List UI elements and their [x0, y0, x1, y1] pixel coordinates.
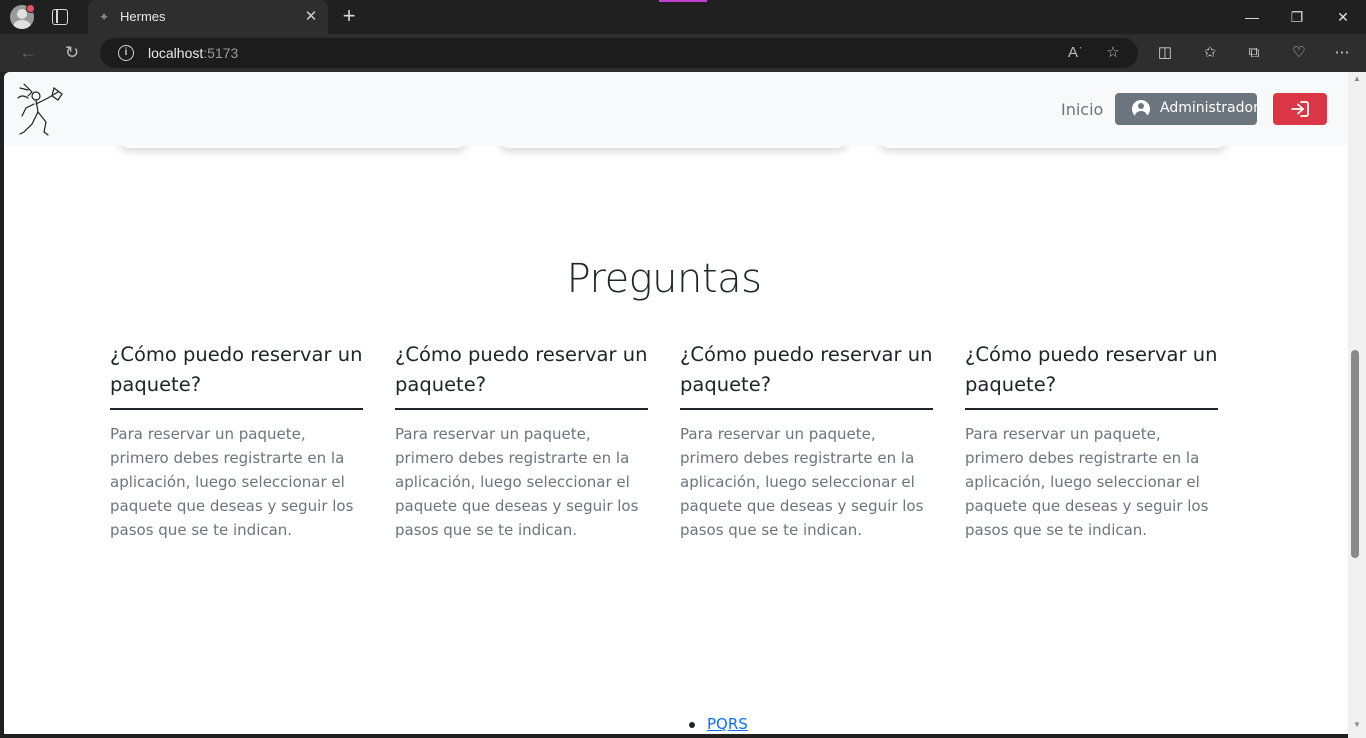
footer-links: PQRS: [689, 715, 748, 733]
read-aloud-icon[interactable]: A͘: [1063, 43, 1083, 63]
close-icon[interactable]: ✕: [302, 8, 320, 26]
url-text[interactable]: localhost:5173: [148, 45, 238, 61]
faq-answer: Para reservar un paquete, primero debes …: [395, 425, 639, 539]
faq-item: ¿Cómo puedo reservar un paquete? Para re…: [110, 340, 363, 542]
plus-icon[interactable]: +: [338, 5, 360, 27]
url-port: :5173: [203, 45, 239, 61]
site-navbar: Inicio Administrador: [4, 72, 1348, 146]
nav-link-inicio[interactable]: Inicio: [1061, 100, 1103, 119]
faq-question: ¿Cómo puedo reservar un paquete?: [680, 343, 933, 396]
star-icon[interactable]: ☆: [1103, 43, 1123, 63]
faq-answer: Para reservar un paquete, primero debes …: [680, 425, 924, 539]
page-viewport: Inicio Administrador Preguntas ¿Cómo pue…: [4, 72, 1348, 734]
hermes-logo[interactable]: [14, 78, 66, 138]
close-window-icon[interactable]: ✕: [1320, 0, 1366, 34]
restore-icon[interactable]: ❐: [1274, 0, 1320, 34]
browser-tab[interactable]: ✦ Hermes ✕: [88, 0, 328, 34]
hermes-favicon-icon: ✦: [98, 10, 110, 24]
url-host: localhost: [148, 45, 204, 61]
faq-item: ¿Cómo puedo reservar un paquete? Para re…: [680, 340, 933, 542]
heart-pulse-icon[interactable]: ♡: [1289, 43, 1309, 63]
user-circle-icon: [1132, 100, 1150, 118]
faq-answer: Para reservar un paquete, primero debes …: [965, 425, 1209, 539]
tab-title: Hermes: [120, 9, 166, 24]
faq-title: Preguntas: [566, 256, 762, 302]
browser-titlebar: ✦ Hermes ✕ + — ❐ ✕: [0, 0, 1366, 34]
faq-question: ¿Cómo puedo reservar un paquete?: [110, 343, 363, 396]
faq-question: ¿Cómo puedo reservar un paquete?: [395, 343, 648, 396]
browser-toolbar: ← ↻ i localhost:5173 A͘ ☆ ◫ ✩ ⧉ ♡ ⋯: [0, 34, 1366, 72]
divider: [110, 408, 363, 410]
admin-button[interactable]: Administrador: [1115, 93, 1259, 125]
scrollbar-thumb[interactable]: [1351, 350, 1359, 558]
scroll-up-icon[interactable]: ▲: [1350, 74, 1364, 84]
faq-question: ¿Cómo puedo reservar un paquete?: [965, 343, 1218, 396]
refresh-icon[interactable]: ↻: [58, 40, 86, 66]
faq-item: ¿Cómo puedo reservar un paquete? Para re…: [395, 340, 648, 542]
tab-actions-icon[interactable]: [52, 9, 68, 25]
list-bullet: [689, 721, 695, 728]
arrow-left-icon[interactable]: ←: [14, 40, 42, 66]
favorites-icon[interactable]: ✩: [1200, 43, 1220, 63]
notification-dot: [26, 4, 35, 13]
divider: [680, 408, 933, 410]
address-bar[interactable]: i localhost:5173 A͘ ☆: [100, 38, 1138, 68]
divider: [395, 408, 648, 410]
faq-answer: Para reservar un paquete, primero debes …: [110, 425, 354, 539]
faq-item: ¿Cómo puedo reservar un paquete? Para re…: [965, 340, 1218, 542]
more-icon[interactable]: ⋯: [1332, 43, 1352, 63]
collections-icon[interactable]: ⧉: [1244, 43, 1264, 63]
split-screen-icon[interactable]: ◫: [1155, 43, 1175, 63]
logout-button[interactable]: [1273, 93, 1327, 125]
footer-link-pqrs[interactable]: PQRS: [707, 715, 748, 733]
logout-icon: [1291, 101, 1309, 117]
minimize-icon[interactable]: —: [1229, 0, 1275, 34]
scroll-down-icon[interactable]: ▼: [1350, 720, 1364, 730]
window-indicator: [659, 0, 707, 2]
divider: [965, 408, 1218, 410]
info-icon[interactable]: i: [118, 45, 134, 61]
admin-button-label: Administrador: [1160, 100, 1259, 116]
